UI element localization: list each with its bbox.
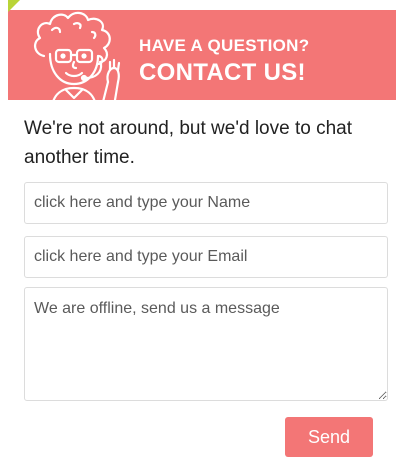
offline-intro-text: We're not around, but we'd love to chat … xyxy=(24,118,352,168)
header-title-question: HAVE A QUESTION? xyxy=(139,36,310,55)
email-input[interactable] xyxy=(24,236,388,278)
corner-accent-mark xyxy=(8,0,20,12)
name-input[interactable] xyxy=(24,182,388,224)
cartoon-support-mascot-icon xyxy=(34,11,121,100)
header-title-contact: CONTACT US! xyxy=(139,59,306,86)
widget-header: HAVE A QUESTION? CONTACT US! xyxy=(8,10,396,100)
message-textarea[interactable] xyxy=(24,287,388,401)
send-button[interactable]: Send xyxy=(285,417,373,457)
offline-chat-widget: HAVE A QUESTION? CONTACT US! We're not a… xyxy=(8,0,396,464)
